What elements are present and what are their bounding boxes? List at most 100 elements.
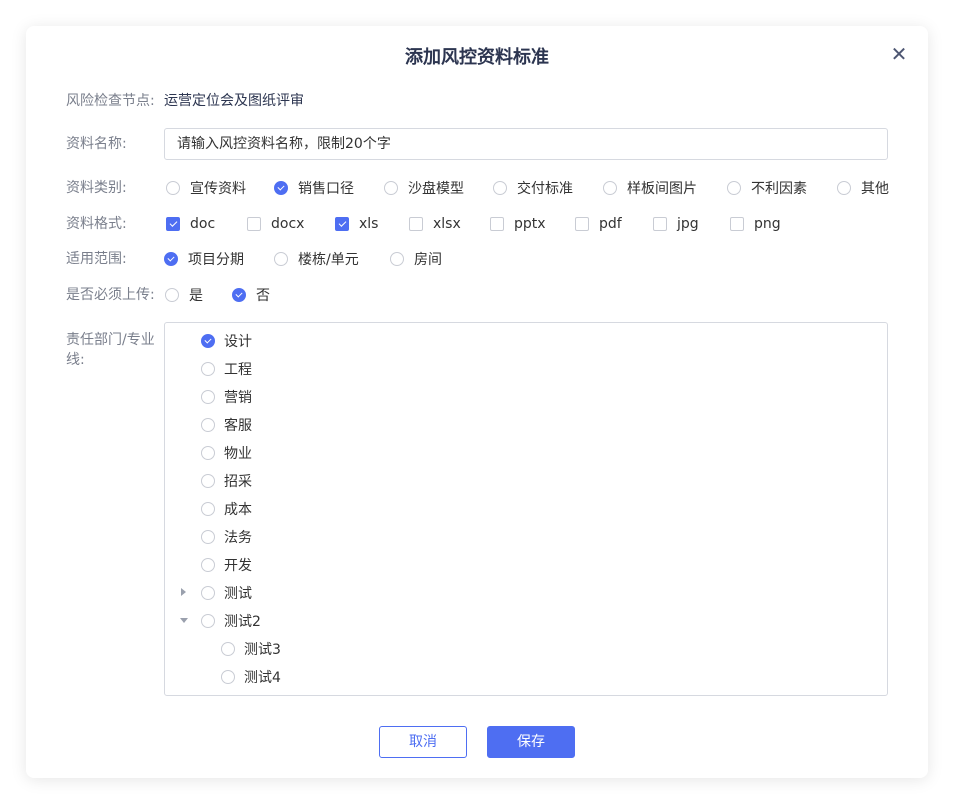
radio-button[interactable] xyxy=(201,418,215,432)
tree-node-label: 测试 xyxy=(224,586,252,602)
required-option-no[interactable]: 否 xyxy=(232,285,270,305)
doc-format-label: 资料格式: xyxy=(66,216,127,232)
option-label: jpg xyxy=(677,216,699,232)
tree-node-label: 测试2 xyxy=(224,614,261,630)
tree-child-node[interactable]: 测试4 xyxy=(221,667,281,687)
doc-type-option[interactable]: 沙盘模型 xyxy=(384,178,464,198)
checkbox[interactable] xyxy=(575,217,589,231)
department-label: 责任部门/专业线: xyxy=(66,332,155,368)
checkbox-checked[interactable] xyxy=(166,217,180,231)
radio-button[interactable] xyxy=(201,362,215,376)
tree-node-label: 开发 xyxy=(224,558,252,574)
option-label: docx xyxy=(271,216,305,232)
doc-type-option[interactable]: 宣传资料 xyxy=(166,178,246,198)
doc-name-input[interactable] xyxy=(164,128,888,160)
option-label: 楼栋/单元 xyxy=(298,252,359,268)
dialog-title: 添加风控资料标准 xyxy=(405,47,549,68)
tree-node-label: 招采 xyxy=(224,474,252,490)
department-tree[interactable]: 设计 工程 营销 客服 物业 招采 成本 法务 开发 测试 测试2 测试3 测试… xyxy=(164,322,888,696)
scope-option[interactable]: 房间 xyxy=(390,249,442,269)
doc-type-option[interactable]: 不利因素 xyxy=(727,178,807,198)
tree-child-node[interactable]: 测试3 xyxy=(221,639,281,659)
tree-node[interactable]: 法务 xyxy=(201,527,252,547)
tree-node-label: 法务 xyxy=(224,530,252,546)
close-icon[interactable]: ✕ xyxy=(889,44,909,64)
checkbox[interactable] xyxy=(730,217,744,231)
format-option[interactable]: xlsx xyxy=(409,214,461,234)
doc-type-option[interactable]: 销售口径 xyxy=(274,178,354,198)
tree-node[interactable]: 测试2 xyxy=(201,611,261,631)
risk-node-value: 运营定位会及图纸评审 xyxy=(164,93,304,109)
radio-button[interactable] xyxy=(390,252,404,266)
option-label: 项目分期 xyxy=(188,252,244,268)
tree-node-label: 测试4 xyxy=(244,670,281,686)
option-label: 样板间图片 xyxy=(627,181,697,197)
tree-node-label: 客服 xyxy=(224,418,252,434)
doc-type-option[interactable]: 交付标准 xyxy=(493,178,573,198)
radio-button[interactable] xyxy=(201,446,215,460)
format-option[interactable]: doc xyxy=(166,214,215,234)
scope-option[interactable]: 项目分期 xyxy=(164,249,244,269)
tree-node[interactable]: 开发 xyxy=(201,555,252,575)
radio-button[interactable] xyxy=(221,670,235,684)
radio-button[interactable] xyxy=(201,586,215,600)
collapse-arrow-icon[interactable] xyxy=(180,618,188,623)
option-label: 销售口径 xyxy=(298,181,354,197)
tree-node[interactable]: 成本 xyxy=(201,499,252,519)
radio-button[interactable] xyxy=(166,181,180,195)
radio-button-selected[interactable] xyxy=(232,288,246,302)
checkbox[interactable] xyxy=(490,217,504,231)
tree-node-label: 物业 xyxy=(224,446,252,462)
format-option[interactable]: pdf xyxy=(575,214,622,234)
radio-button[interactable] xyxy=(837,181,851,195)
radio-button-selected[interactable] xyxy=(201,334,215,348)
radio-button-selected[interactable] xyxy=(274,181,288,195)
tree-node[interactable]: 工程 xyxy=(201,359,252,379)
checkbox-checked[interactable] xyxy=(335,217,349,231)
expand-arrow-icon[interactable] xyxy=(181,588,186,596)
radio-button[interactable] xyxy=(221,642,235,656)
radio-button[interactable] xyxy=(201,390,215,404)
option-label: 宣传资料 xyxy=(190,181,246,197)
required-option-yes[interactable]: 是 xyxy=(165,285,203,305)
format-option[interactable]: docx xyxy=(247,214,304,234)
radio-button[interactable] xyxy=(201,502,215,516)
tree-node-label: 成本 xyxy=(224,502,252,518)
radio-button[interactable] xyxy=(493,181,507,195)
radio-button[interactable] xyxy=(727,181,741,195)
radio-button[interactable] xyxy=(201,558,215,572)
format-option[interactable]: jpg xyxy=(653,214,699,234)
tree-node[interactable]: 设计 xyxy=(201,331,252,351)
option-label: 否 xyxy=(256,288,270,304)
scope-label: 适用范围: xyxy=(66,251,127,267)
tree-node[interactable]: 物业 xyxy=(201,443,252,463)
radio-button[interactable] xyxy=(165,288,179,302)
option-label: xls xyxy=(359,216,379,232)
tree-node[interactable]: 测试 xyxy=(201,583,252,603)
scope-option[interactable]: 楼栋/单元 xyxy=(274,249,359,269)
cancel-button[interactable]: 取消 xyxy=(379,726,467,758)
radio-button[interactable] xyxy=(201,530,215,544)
option-label: png xyxy=(754,216,781,232)
radio-button[interactable] xyxy=(201,474,215,488)
checkbox[interactable] xyxy=(653,217,667,231)
tree-node[interactable]: 营销 xyxy=(201,387,252,407)
checkbox[interactable] xyxy=(409,217,423,231)
save-button[interactable]: 保存 xyxy=(487,726,575,758)
format-option[interactable]: xls xyxy=(335,214,378,234)
doc-type-option[interactable]: 样板间图片 xyxy=(603,178,697,198)
radio-button[interactable] xyxy=(274,252,288,266)
format-option[interactable]: pptx xyxy=(490,214,546,234)
required-label: 是否必须上传: xyxy=(66,287,155,303)
tree-node-label: 工程 xyxy=(224,362,252,378)
option-label: xlsx xyxy=(433,216,461,232)
tree-node[interactable]: 客服 xyxy=(201,415,252,435)
radio-button[interactable] xyxy=(384,181,398,195)
radio-button[interactable] xyxy=(201,614,215,628)
format-option[interactable]: png xyxy=(730,214,781,234)
radio-button[interactable] xyxy=(603,181,617,195)
radio-button-selected[interactable] xyxy=(164,252,178,266)
tree-node[interactable]: 招采 xyxy=(201,471,252,491)
doc-type-option[interactable]: 其他 xyxy=(837,178,889,198)
checkbox[interactable] xyxy=(247,217,261,231)
